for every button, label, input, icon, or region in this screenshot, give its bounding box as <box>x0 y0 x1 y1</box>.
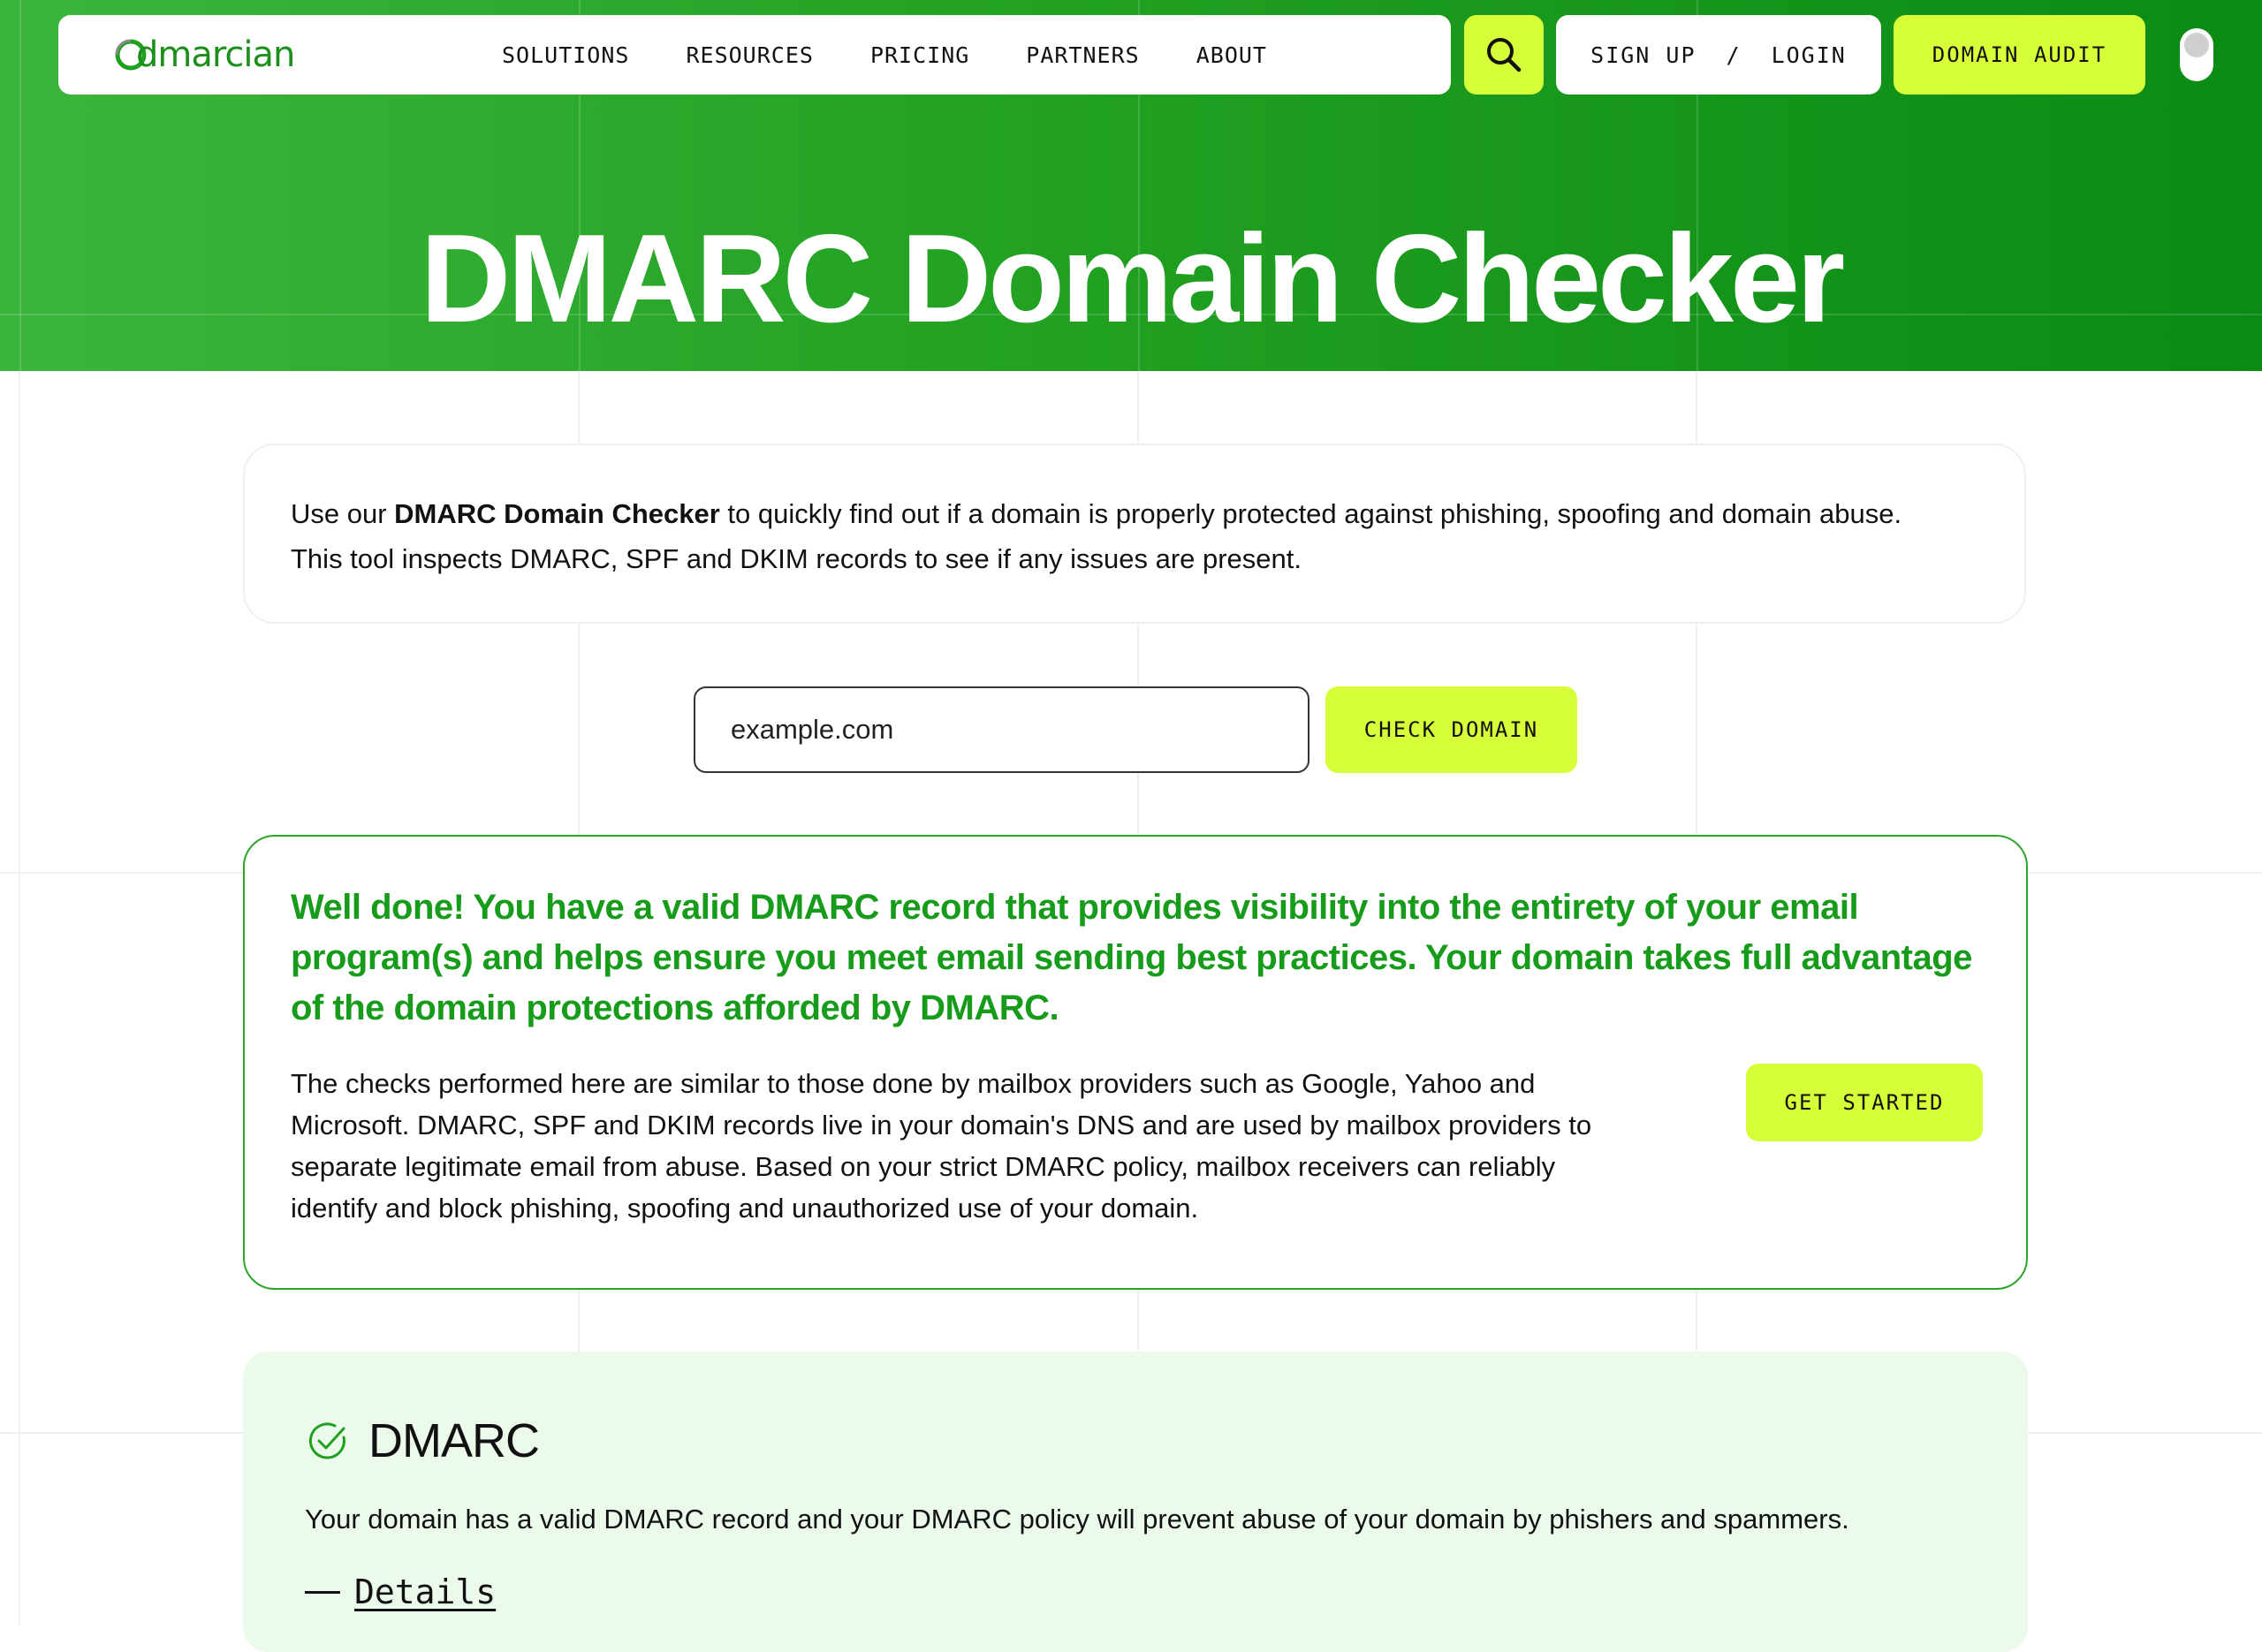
nav-resources[interactable]: RESOURCES <box>686 42 813 68</box>
domain-audit-button[interactable]: DOMAIN AUDIT <box>1894 15 2145 95</box>
signup-link[interactable]: SIGN UP <box>1590 42 1696 68</box>
dmarc-title-row: DMARC <box>307 1413 540 1468</box>
auth-separator: / <box>1726 42 1742 68</box>
result-body: The checks performed here are similar to… <box>291 1068 1592 1224</box>
login-link[interactable]: LOGIN <box>1772 42 1847 68</box>
dmarc-description: Your domain has a valid DMARC record and… <box>305 1504 1849 1535</box>
theme-toggle[interactable] <box>2180 28 2213 81</box>
collapse-dash-icon <box>305 1590 340 1594</box>
domain-input[interactable] <box>694 686 1309 773</box>
details-link[interactable]: Details <box>354 1572 496 1611</box>
check-domain-button[interactable]: CHECK DOMAIN <box>1325 686 1577 773</box>
details-toggle[interactable]: Details <box>305 1572 496 1611</box>
auth-links: SIGN UP / LOGIN <box>1556 15 1881 95</box>
dmarcian-logo[interactable]: dmarcian <box>111 31 341 75</box>
intro-card: Use our DMARC Domain Checker to quickly … <box>243 443 2026 624</box>
nav-partners[interactable]: PARTNERS <box>1026 42 1139 68</box>
check-circle-icon <box>308 1422 345 1459</box>
intro-prefix: Use our <box>291 498 395 529</box>
intro-suffix: to quickly find out if a domain is prope… <box>719 498 1902 529</box>
dmarc-title: DMARC <box>368 1414 540 1467</box>
search-icon <box>1487 38 1522 72</box>
search-button[interactable] <box>1464 15 1544 95</box>
svg-text:dmarcian: dmarcian <box>136 34 294 75</box>
intro-bold: DMARC Domain Checker <box>394 498 720 529</box>
top-navigation: dmarcian SOLUTIONS RESOURCES PRICING PAR… <box>58 15 1451 95</box>
dmarc-section: DMARC Your domain has a valid DMARC reco… <box>243 1352 2028 1652</box>
nav-links: SOLUTIONS RESOURCES PRICING PARTNERS ABO… <box>502 15 1267 95</box>
intro-line-2: This tool inspects DMARC, SPF and DKIM r… <box>291 543 1302 574</box>
logo-mark: dmarcian <box>115 34 295 75</box>
result-card: Well done! You have a valid DMARC record… <box>243 835 2028 1290</box>
page-title: DMARC Domain Checker <box>420 208 1846 350</box>
nav-solutions[interactable]: SOLUTIONS <box>502 42 629 68</box>
nav-pricing[interactable]: PRICING <box>870 42 969 68</box>
get-started-button[interactable]: GET STARTED <box>1746 1064 1983 1141</box>
intro-line-1: Use our DMARC Domain Checker to quickly … <box>291 491 1978 536</box>
nav-about[interactable]: ABOUT <box>1196 42 1267 68</box>
result-heading: Well done! You have a valid DMARC record… <box>291 888 1972 1027</box>
toggle-knob <box>2184 33 2209 57</box>
